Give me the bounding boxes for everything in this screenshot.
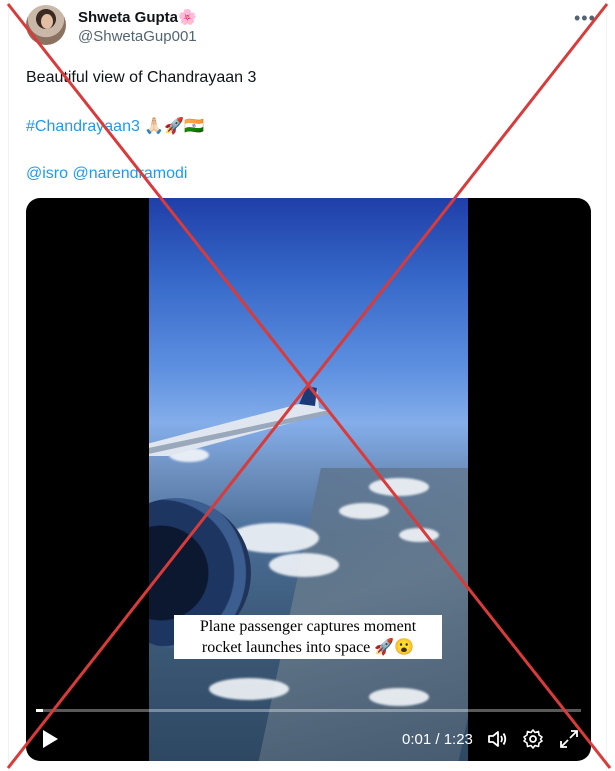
post-text: Beautiful view of Chandrayaan 3 — [26, 69, 257, 86]
settings-gear-icon[interactable] — [522, 728, 544, 750]
author-handle[interactable]: @ShwetaGup001 — [78, 28, 197, 45]
volume-icon[interactable] — [486, 728, 508, 750]
video-caption-line-1: Plane passenger captures moment — [199, 618, 417, 635]
video-player[interactable]: Plane passenger captures moment rocket l… — [26, 198, 591, 761]
play-icon[interactable] — [40, 728, 60, 750]
author-name-emoji: 🌸 — [178, 9, 197, 26]
airplane-wing — [149, 386, 331, 456]
fullscreen-icon[interactable] — [558, 728, 580, 750]
video-frame — [149, 198, 468, 761]
video-progress-fill — [36, 709, 43, 712]
mention-narendramodi[interactable]: @narendramodi — [72, 165, 187, 182]
hashtag-link[interactable]: #Chandrayaan3 — [26, 118, 140, 135]
post-mentions: @isro @narendramodi — [26, 164, 187, 184]
video-caption-line-2: rocket launches into space 🚀😮 — [201, 639, 415, 656]
author-name[interactable]: Shweta Gupta🌸 — [78, 8, 197, 26]
video-caption: Plane passenger captures moment rocket l… — [174, 615, 442, 659]
video-time: 0:01 / 1:23 — [402, 731, 473, 748]
more-icon[interactable]: ••• — [574, 8, 596, 29]
mention-isro[interactable]: @isro — [26, 165, 68, 182]
post-emojis: 🙏🏻🚀🇮🇳 — [144, 118, 205, 135]
author-name-text: Shweta Gupta — [78, 9, 179, 26]
post-hashtag-line: #Chandrayaan3 🙏🏻🚀🇮🇳 — [26, 117, 204, 137]
video-progress-bar[interactable] — [36, 709, 581, 712]
avatar[interactable] — [26, 5, 66, 45]
